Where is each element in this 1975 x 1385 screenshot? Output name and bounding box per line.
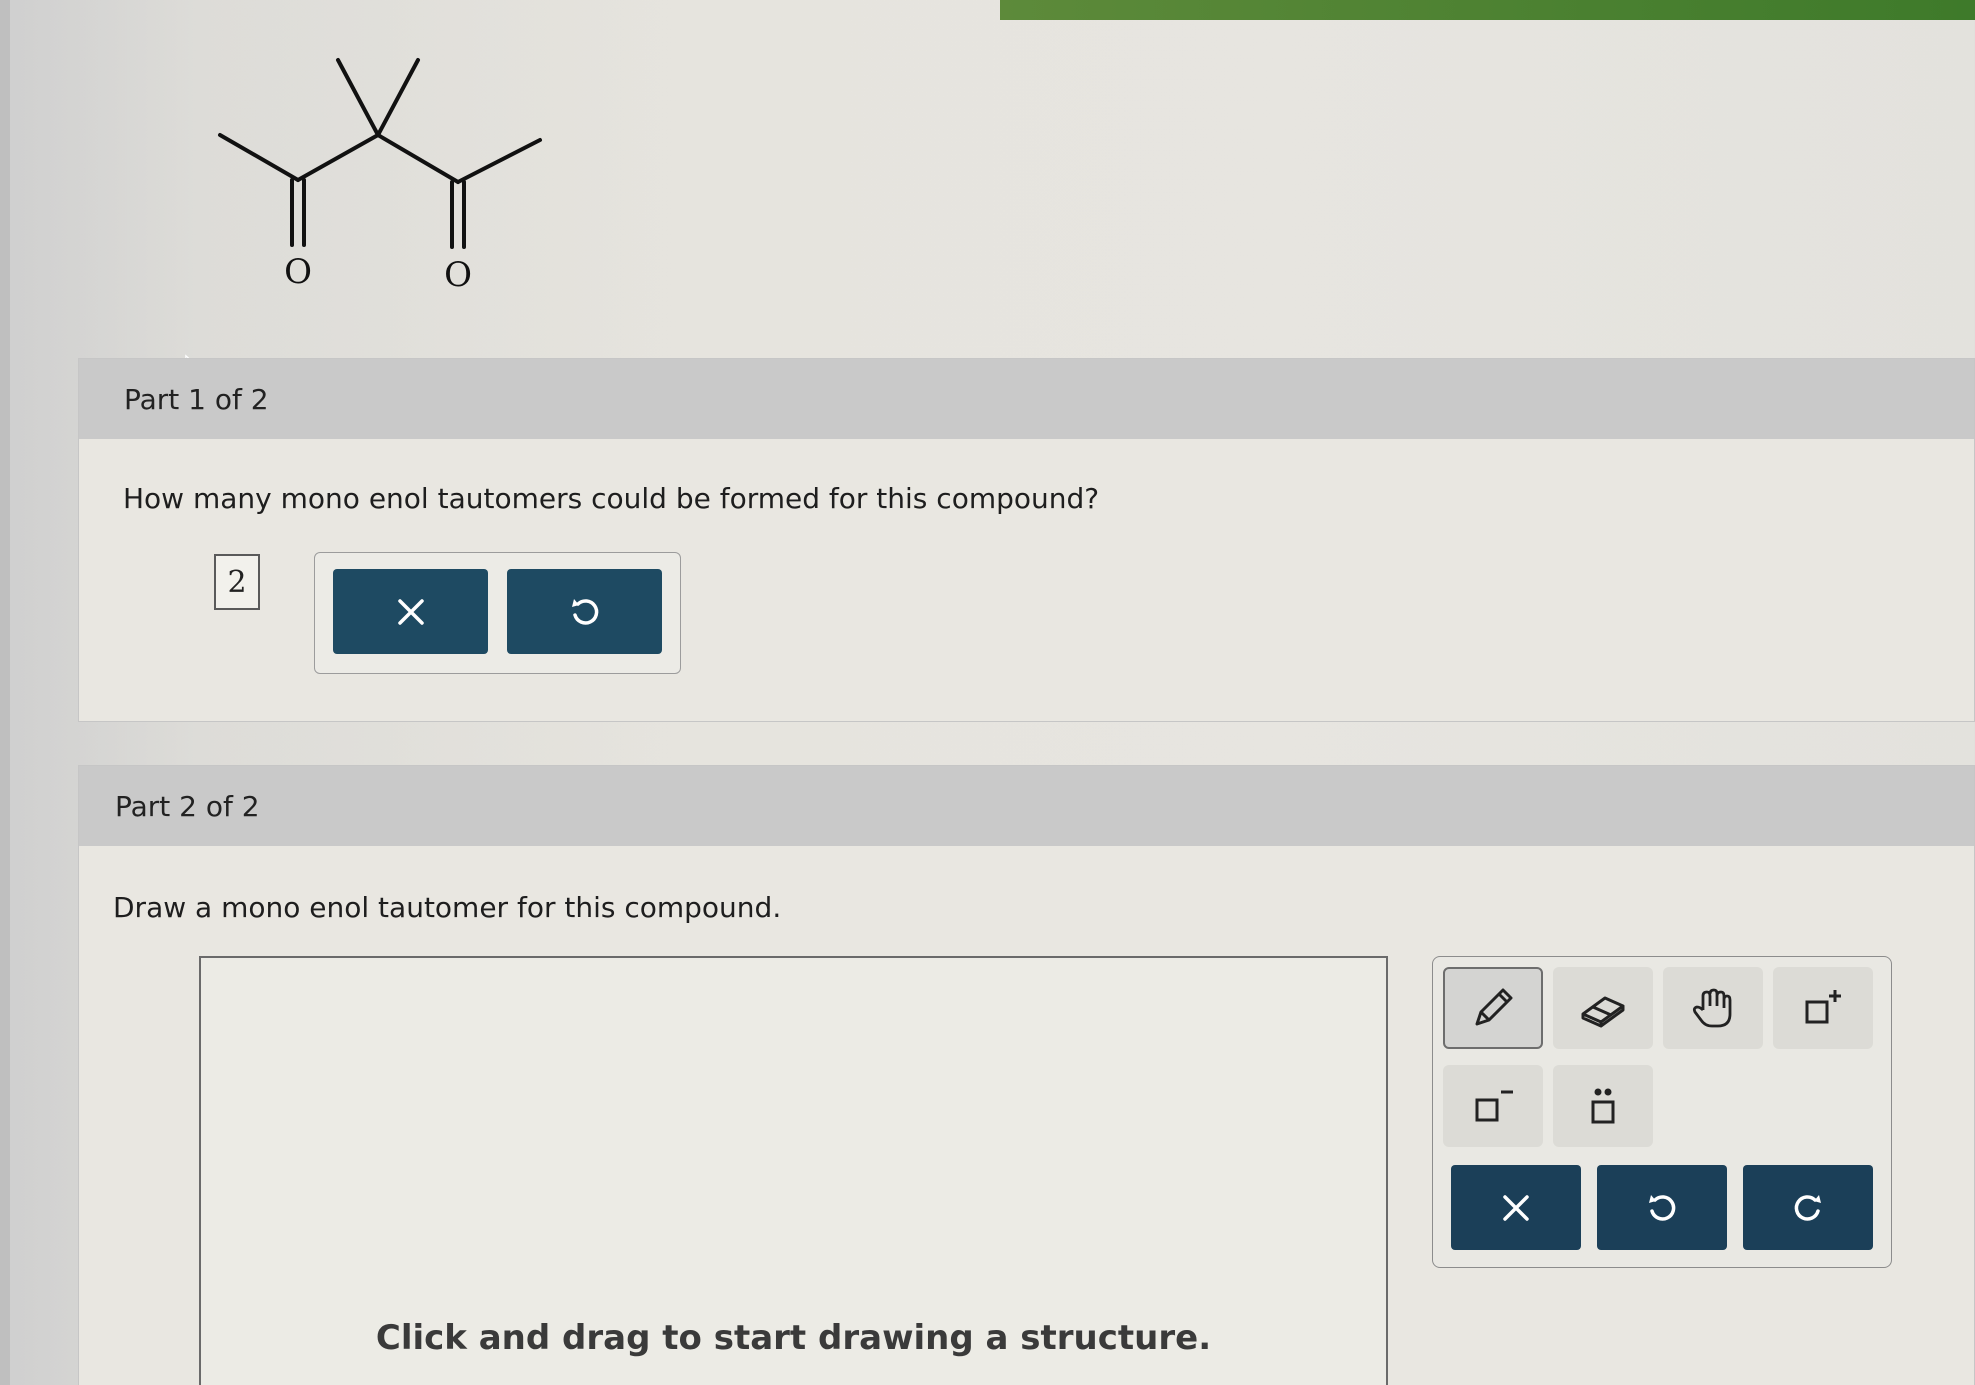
eraser-tool-button[interactable]: [1553, 967, 1653, 1049]
molecule-structure: O O: [218, 58, 542, 295]
hand-icon: [1692, 988, 1732, 1028]
drawing-toolbox: [1432, 956, 1892, 1268]
bond: [296, 133, 380, 182]
negative-charge-tool-button[interactable]: [1443, 1065, 1543, 1147]
bond: [456, 138, 542, 184]
bond: [376, 58, 420, 137]
positive-charge-icon: [1805, 990, 1841, 1024]
top-accent-bar: [1000, 0, 1975, 20]
clear-canvas-button[interactable]: [1451, 1165, 1581, 1250]
part-2-header: Part 2 of 2: [79, 766, 1974, 846]
pencil-icon: [1475, 988, 1513, 1026]
answer-input[interactable]: 2: [214, 554, 260, 610]
bond: [336, 58, 380, 137]
positive-charge-tool-button[interactable]: [1773, 967, 1873, 1049]
close-icon: [1503, 1194, 1529, 1221]
close-icon: [397, 598, 424, 625]
undo-answer-button[interactable]: [507, 569, 662, 654]
part-1-section: Part 1 of 2 How many mono enol tautomers…: [78, 358, 1975, 722]
drawing-canvas[interactable]: Click and drag to start drawing a struct…: [199, 956, 1388, 1385]
part-2-title: Part 2 of 2: [115, 789, 260, 823]
canvas-hint: Click and drag to start drawing a struct…: [375, 1318, 1212, 1358]
undo-icon: [1649, 1194, 1676, 1221]
undo-canvas-button[interactable]: [1597, 1165, 1727, 1250]
answer-button-tray: [314, 552, 681, 674]
part-1-question: How many mono enol tautomers could be fo…: [123, 482, 1100, 515]
bond: [218, 133, 300, 182]
left-rail: [0, 0, 10, 1385]
pencil-tool-button[interactable]: [1443, 967, 1543, 1049]
bond: [376, 133, 460, 184]
lone-pair-icon: [1591, 1088, 1615, 1124]
part-1-header: Part 1 of 2: [79, 359, 1974, 439]
part-2-section: Part 2 of 2 Draw a mono enol tautomer fo…: [78, 765, 1975, 1385]
lone-pair-tool-button[interactable]: [1553, 1065, 1653, 1147]
redo-canvas-button[interactable]: [1743, 1165, 1873, 1250]
oxygen-label: O: [444, 255, 472, 295]
negative-charge-icon: [1475, 1090, 1513, 1122]
oxygen-label: O: [284, 252, 312, 292]
eraser-icon: [1581, 996, 1625, 1028]
part-1-title: Part 1 of 2: [124, 382, 269, 416]
part-2-question: Draw a mono enol tautomer for this compo…: [113, 891, 782, 924]
clear-answer-button[interactable]: [333, 569, 488, 654]
undo-icon: [571, 598, 598, 625]
redo-icon: [1794, 1194, 1821, 1221]
hand-tool-button[interactable]: [1663, 967, 1763, 1049]
